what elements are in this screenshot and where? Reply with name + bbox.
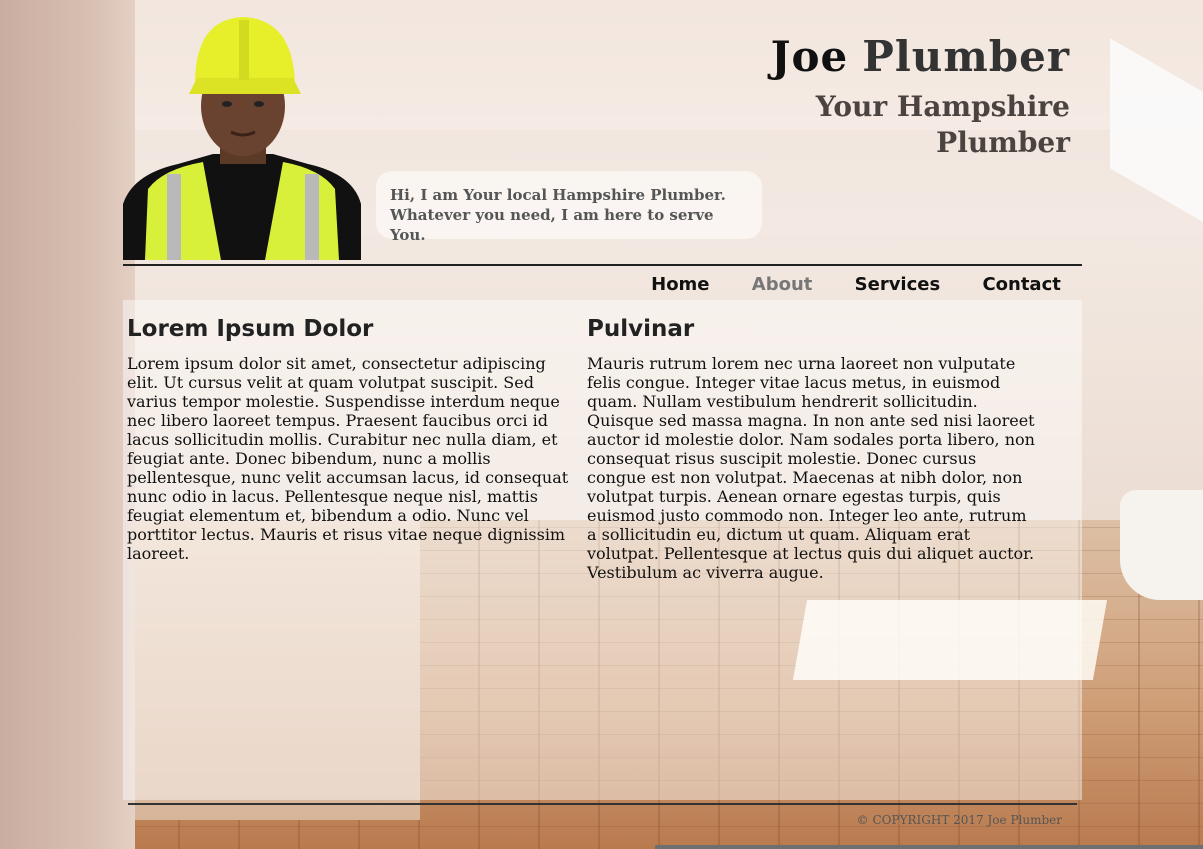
toilet: [1120, 490, 1203, 600]
nav-divider: [123, 264, 1082, 266]
nav-about[interactable]: About: [752, 274, 813, 295]
copyright-text: © COPYRIGHT 2017 Joe Plumber: [856, 813, 1062, 827]
left-wall: [0, 0, 135, 849]
footer-divider: [128, 803, 1077, 805]
bottom-bar: [655, 845, 1203, 849]
site-branding: Joe Plumber Your Hampshire Plumber: [770, 32, 1070, 161]
main-nav: Home About Services Contact: [630, 272, 1082, 296]
site-title-last: Plumber: [862, 32, 1070, 81]
nav-services[interactable]: Services: [855, 274, 941, 295]
site-title: Joe Plumber: [770, 32, 1070, 81]
site-title-first: Joe: [770, 32, 849, 81]
left-body-text: Lorem ipsum dolor sit amet, consectetur …: [127, 354, 569, 563]
content-panel: Lorem Ipsum Dolor Lorem ipsum dolor sit …: [123, 300, 1082, 800]
right-body-text: Mauris rutrum lorem nec urna laoreet non…: [587, 354, 1035, 582]
nav-contact[interactable]: Contact: [982, 274, 1060, 295]
left-column: Lorem Ipsum Dolor Lorem ipsum dolor sit …: [127, 316, 577, 563]
speech-bubble: Hi, I am Your local Hampshire Plumber. W…: [376, 171, 762, 244]
plumber-photo: [123, 17, 361, 260]
left-heading: Lorem Ipsum Dolor: [127, 316, 374, 342]
site-subtitle: Your Hampshire Plumber: [815, 90, 1070, 159]
right-column: Pulvinar Mauris rutrum lorem nec urna la…: [587, 316, 1037, 582]
nav-home[interactable]: Home: [651, 274, 709, 295]
right-heading: Pulvinar: [587, 316, 695, 342]
